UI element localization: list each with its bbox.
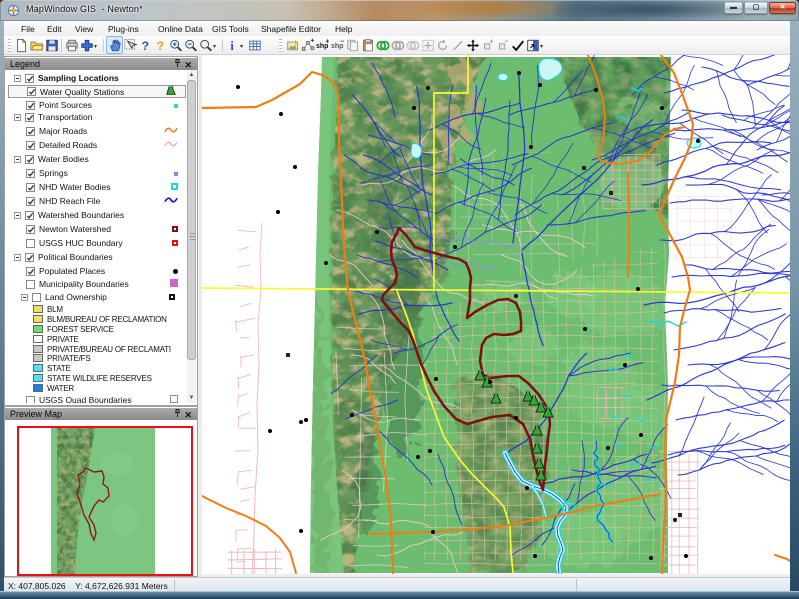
svg-text:i: i [230,39,234,53]
svg-text:?: ? [156,39,163,53]
svg-text:shp: shp [331,43,343,50]
svg-text:?: ? [141,39,148,53]
svg-text:shp: shp [316,43,328,50]
